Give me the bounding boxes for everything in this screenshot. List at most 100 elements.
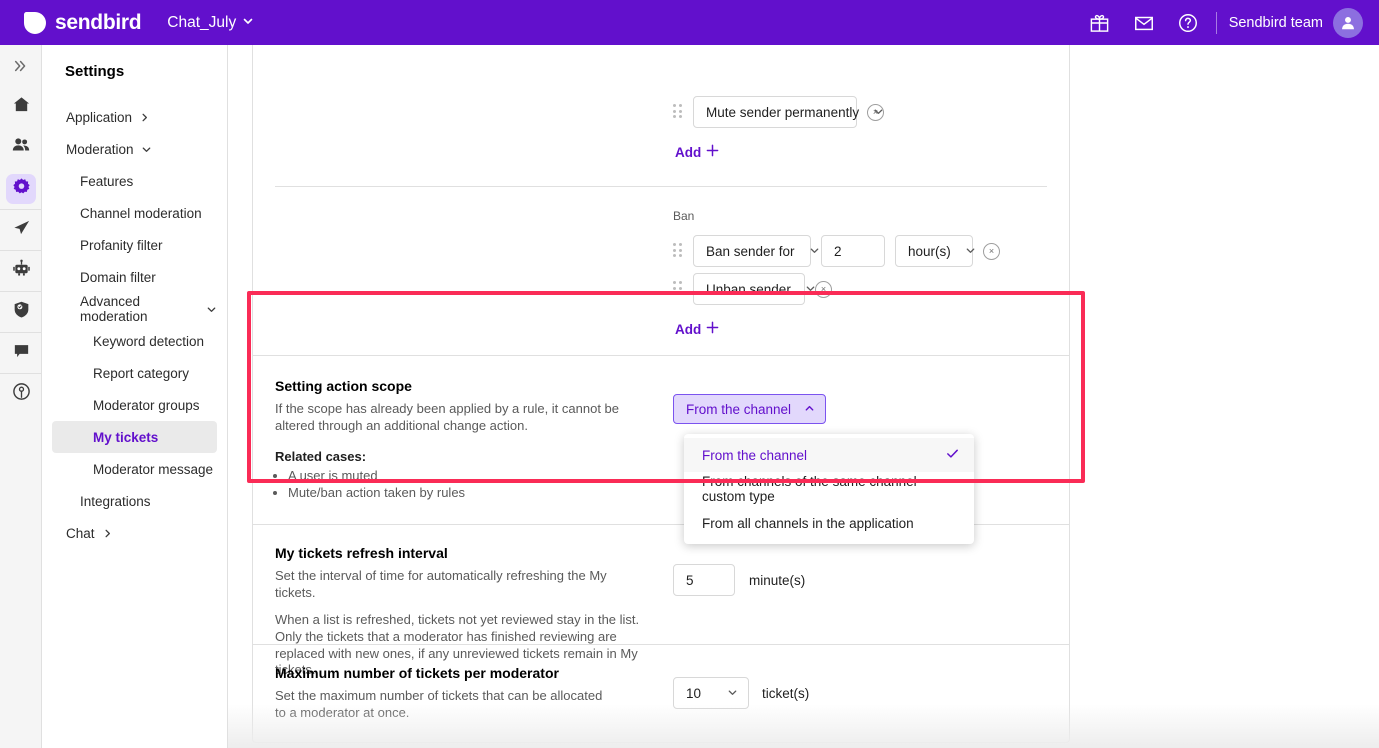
max-tickets-section: Maximum number of tickets per moderator … xyxy=(253,645,1069,741)
sidebar-item-send[interactable] xyxy=(0,209,42,250)
sidebar-nav-list: Application Moderation Features Channel mod… xyxy=(42,101,227,549)
mute-action-select[interactable]: Mute sender permanently xyxy=(693,96,857,128)
unban-action-select[interactable]: Unban sender xyxy=(693,273,805,305)
table-row: Unban sender × xyxy=(673,273,1000,305)
users-icon xyxy=(11,135,31,160)
max-tickets-unit: ticket(s) xyxy=(762,686,809,701)
mail-icon[interactable] xyxy=(1122,0,1166,45)
check-icon xyxy=(945,446,960,464)
section-title: Setting action scope xyxy=(275,378,1047,394)
sidebar-item-features[interactable]: Features xyxy=(52,165,217,197)
help-circle-icon[interactable] xyxy=(1166,0,1210,45)
sidebar-item-domain-filter[interactable]: Domain filter xyxy=(52,261,217,293)
sidebar-item-label: Advanced moderation xyxy=(80,294,199,324)
dropdown-option-label: From the channel xyxy=(702,448,807,463)
active-indicator xyxy=(6,174,36,204)
brand-logo-group[interactable]: sendbird xyxy=(22,10,141,36)
gift-icon[interactable] xyxy=(1078,0,1122,45)
avatar[interactable] xyxy=(1333,8,1363,38)
dropdown-option-from-the-channel[interactable]: From the channel xyxy=(684,438,974,472)
add-mute-rule-label: Add xyxy=(675,145,701,160)
sidebar-item-label: Integrations xyxy=(80,494,151,509)
gear-icon xyxy=(12,177,31,201)
sidebar-item-moderator-message[interactable]: Moderator message xyxy=(52,453,217,485)
add-mute-rule-button[interactable]: Add xyxy=(675,144,719,160)
header-actions: Sendbird team xyxy=(1078,0,1379,45)
sidebar-item-label: Moderation xyxy=(66,142,134,157)
sidebar-item-profanity-filter[interactable]: Profanity filter xyxy=(52,229,217,261)
mute-section: Mute sender permanently × Add xyxy=(253,45,1069,186)
sidebar-item-application[interactable]: Application xyxy=(52,101,217,133)
ban-group-label: Ban xyxy=(673,209,1000,223)
sidebar-item-my-tickets[interactable]: My tickets xyxy=(52,421,217,453)
sidebar-item-report-category[interactable]: Report category xyxy=(52,357,217,389)
drag-handle-icon[interactable] xyxy=(673,104,683,120)
sidebar-item-chat[interactable]: Chat xyxy=(52,517,217,549)
chevron-right-icon xyxy=(139,112,150,123)
max-tickets-select-value: 10 xyxy=(686,686,701,701)
sidebar-item-channel-moderation[interactable]: Channel moderation xyxy=(52,197,217,229)
dropdown-option-label: From channels of the same channel custom… xyxy=(702,474,960,504)
dropdown-option-same-custom-type[interactable]: From channels of the same channel custom… xyxy=(684,472,974,506)
broadcast-icon xyxy=(12,382,31,406)
sidebar-item-moderation[interactable]: Moderation xyxy=(52,133,217,165)
sidebar-item-label: My tickets xyxy=(93,430,158,445)
sidebar-item-integrations[interactable]: Integrations xyxy=(52,485,217,517)
app-switcher[interactable]: Chat_July xyxy=(167,14,254,32)
sidebar-item-safety[interactable] xyxy=(0,291,42,332)
settings-sidebar: Settings Application Moderation Features Ch… xyxy=(42,45,228,748)
sidebar-item-chat[interactable] xyxy=(0,332,42,373)
ban-duration-unit-select[interactable]: hour(s) xyxy=(895,235,973,267)
app-switcher-label: Chat_July xyxy=(167,14,236,32)
section-description-1: Set the interval of time for automatical… xyxy=(275,568,647,602)
dropdown-option-all-channels[interactable]: From all channels in the application xyxy=(684,506,974,540)
shield-check-icon xyxy=(12,300,31,324)
sidebar-item-label: Moderator groups xyxy=(93,398,200,413)
header-divider xyxy=(1216,12,1217,34)
remove-rule-button[interactable]: × xyxy=(983,243,1000,260)
top-header-bar: sendbird Chat_July xyxy=(0,0,1379,45)
page-title: Settings xyxy=(42,63,227,80)
brand-name: sendbird xyxy=(55,11,141,35)
sidebar-item-settings[interactable] xyxy=(0,168,42,209)
account-name[interactable]: Sendbird team xyxy=(1229,15,1323,31)
plus-icon xyxy=(706,144,719,160)
section-title: Maximum number of tickets per moderator xyxy=(275,665,1047,681)
chevron-up-icon xyxy=(804,402,815,417)
expand-chevrons-icon[interactable] xyxy=(0,45,42,86)
remove-rule-button[interactable]: × xyxy=(815,281,832,298)
remove-rule-button[interactable]: × xyxy=(867,104,884,121)
sidebar-item-keyword-detection[interactable]: Keyword detection xyxy=(52,325,217,357)
ban-duration-unit-value: hour(s) xyxy=(908,244,951,259)
dropdown-option-label: From all channels in the application xyxy=(702,516,914,531)
sidebar-item-moderator-groups[interactable]: Moderator groups xyxy=(52,389,217,421)
sidebar-item-home[interactable] xyxy=(0,86,42,127)
drag-handle-icon[interactable] xyxy=(673,243,683,259)
add-ban-rule-label: Add xyxy=(675,322,701,337)
drag-handle-icon[interactable] xyxy=(673,281,683,297)
robot-icon xyxy=(12,259,31,283)
sidebar-item-advanced-moderation[interactable]: Advanced moderation xyxy=(52,293,217,325)
max-tickets-select[interactable]: 10 xyxy=(673,677,749,709)
chevron-down-icon xyxy=(242,14,254,32)
sidebar-item-live[interactable] xyxy=(0,373,42,414)
sidebar-item-label: Keyword detection xyxy=(93,334,204,349)
sidebar-item-bots[interactable] xyxy=(0,250,42,291)
sidebar-item-label: Application xyxy=(66,110,132,125)
settings-card: Mute sender permanently × Add xyxy=(252,45,1070,743)
sidebar-item-label: Channel moderation xyxy=(80,206,202,221)
ban-action-select[interactable]: Ban sender for xyxy=(693,235,811,267)
refresh-interval-input[interactable]: 5 xyxy=(673,564,735,596)
chevron-down-icon xyxy=(727,686,738,701)
scope-dropdown-trigger[interactable]: From the channel xyxy=(673,394,826,424)
refresh-interval-unit: minute(s) xyxy=(749,573,805,588)
chevron-down-icon xyxy=(809,244,820,259)
ban-duration-input[interactable]: 2 xyxy=(821,235,885,267)
chat-bubble-icon xyxy=(12,341,31,365)
sidebar-item-users[interactable] xyxy=(0,127,42,168)
scope-dropdown-menu: From the channel From channels of the sa… xyxy=(684,434,974,544)
sidebar-item-label: Profanity filter xyxy=(80,238,163,253)
add-ban-rule-button[interactable]: Add xyxy=(675,321,719,337)
rule-row: Mute sender permanently × xyxy=(673,96,884,128)
ban-rules-group: Ban Ban sender for 2 hour(s) xyxy=(673,209,1000,339)
